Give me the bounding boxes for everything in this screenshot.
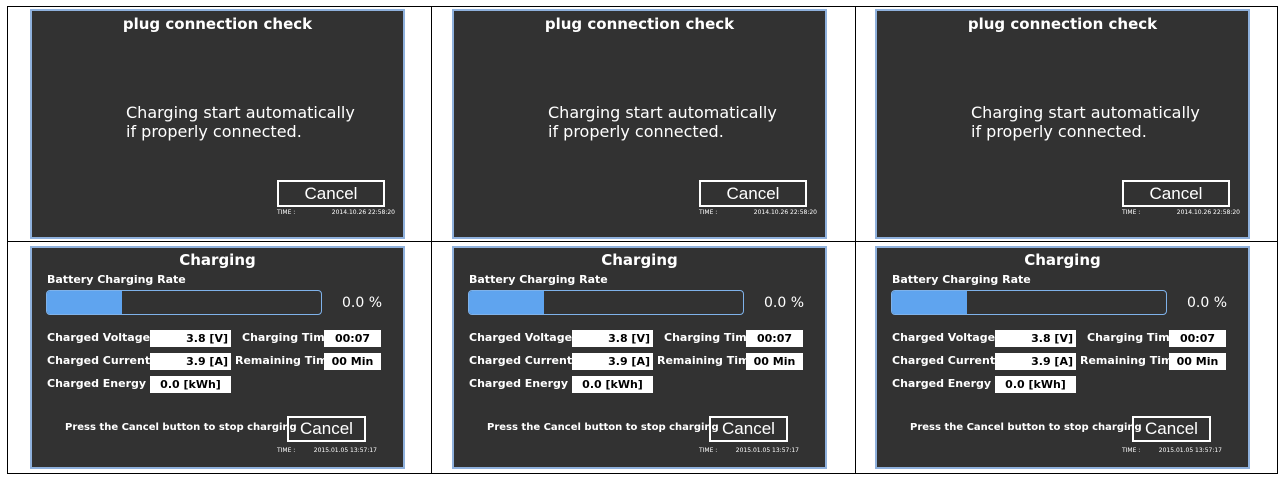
current-label: Charged Current bbox=[892, 354, 996, 367]
remaining-time-label: Remaining Time bbox=[235, 354, 335, 367]
status-message: Charging start automatically if properly… bbox=[126, 103, 355, 141]
timestamp: TIME : 2015.01.05 13:57:17 bbox=[277, 447, 377, 454]
charging-screen: Charging Battery Charging Rate 0.0 % Cha… bbox=[452, 246, 827, 469]
time-value: 2014.10.26 22:58:20 bbox=[753, 209, 817, 216]
screen-title: plug connection check bbox=[967, 15, 1158, 33]
cancel-button[interactable]: Cancel bbox=[699, 180, 807, 207]
time-value: 2015.01.05 13:57:17 bbox=[313, 447, 377, 454]
remaining-time-label: Remaining Time bbox=[657, 354, 757, 367]
screen-title: Charging bbox=[601, 251, 678, 269]
time-value: 2015.01.05 13:57:17 bbox=[735, 447, 799, 454]
column-divider bbox=[855, 6, 856, 474]
current-value: 3.9 [A] bbox=[995, 353, 1076, 370]
energy-value: 0.0 [kWh] bbox=[150, 376, 231, 393]
plug-check-screen: plug connection check Charging start aut… bbox=[30, 9, 405, 239]
progress-fill bbox=[47, 291, 122, 314]
energy-label: Charged Energy bbox=[469, 377, 569, 390]
charging-time-label: Charging Time bbox=[664, 331, 755, 344]
status-message: Charging start automatically if properly… bbox=[971, 103, 1200, 141]
rate-label: Battery Charging Rate bbox=[469, 273, 608, 286]
time-label: TIME : bbox=[1122, 209, 1141, 216]
time-label: TIME : bbox=[699, 209, 718, 216]
rate-label: Battery Charging Rate bbox=[47, 273, 186, 286]
plug-check-screen: plug connection check Charging start aut… bbox=[875, 9, 1250, 239]
timestamp: TIME : 2014.10.26 22:58:20 bbox=[1122, 209, 1240, 216]
charging-screen: Charging Battery Charging Rate 0.0 % Cha… bbox=[875, 246, 1250, 469]
time-label: TIME : bbox=[699, 447, 718, 454]
voltage-label: Charged Voltage bbox=[47, 331, 151, 344]
timestamp: TIME : 2015.01.05 13:57:17 bbox=[1122, 447, 1222, 454]
charging-progress-bar bbox=[468, 290, 744, 315]
current-label: Charged Current bbox=[47, 354, 151, 367]
progress-fill bbox=[892, 291, 967, 314]
voltage-label: Charged Voltage bbox=[892, 331, 996, 344]
column-divider bbox=[431, 6, 432, 474]
timestamp: TIME : 2014.10.26 22:58:20 bbox=[277, 209, 395, 216]
cancel-button[interactable]: Cancel bbox=[277, 180, 385, 207]
remaining-time-value: 00 Min bbox=[1169, 353, 1226, 370]
time-label: TIME : bbox=[1122, 447, 1141, 454]
row-divider bbox=[7, 241, 1278, 242]
timestamp: TIME : 2015.01.05 13:57:17 bbox=[699, 447, 799, 454]
time-value: 2014.10.26 22:58:20 bbox=[331, 209, 395, 216]
remaining-time-value: 00 Min bbox=[746, 353, 803, 370]
time-label: TIME : bbox=[277, 209, 296, 216]
cancel-button[interactable]: Cancel bbox=[709, 416, 788, 442]
charging-time-value: 00:07 bbox=[1169, 330, 1226, 347]
stop-instruction: Press the Cancel button to stop charging bbox=[910, 422, 1142, 433]
charging-progress-bar bbox=[891, 290, 1167, 315]
time-value: 2014.10.26 22:58:20 bbox=[1176, 209, 1240, 216]
energy-label: Charged Energy bbox=[892, 377, 992, 390]
status-message: Charging start automatically if properly… bbox=[548, 103, 777, 141]
current-label: Charged Current bbox=[469, 354, 573, 367]
screen-title: plug connection check bbox=[544, 15, 735, 33]
plug-check-screen: plug connection check Charging start aut… bbox=[452, 9, 827, 239]
cancel-button[interactable]: Cancel bbox=[1122, 180, 1230, 207]
voltage-value: 3.8 [V] bbox=[995, 330, 1076, 347]
remaining-time-value: 00 Min bbox=[324, 353, 381, 370]
charging-screen: Charging Battery Charging Rate 0.0 % Cha… bbox=[30, 246, 405, 469]
screen-title: Charging bbox=[179, 251, 256, 269]
progress-fill bbox=[469, 291, 544, 314]
energy-value: 0.0 [kWh] bbox=[995, 376, 1076, 393]
screen-title: Charging bbox=[1024, 251, 1101, 269]
charging-time-label: Charging Time bbox=[1087, 331, 1178, 344]
current-value: 3.9 [A] bbox=[150, 353, 231, 370]
energy-value: 0.0 [kWh] bbox=[572, 376, 653, 393]
stop-instruction: Press the Cancel button to stop charging bbox=[487, 422, 719, 433]
cancel-button[interactable]: Cancel bbox=[287, 416, 366, 442]
rate-label: Battery Charging Rate bbox=[892, 273, 1031, 286]
rate-percent: 0.0 % bbox=[764, 295, 805, 311]
voltage-value: 3.8 [V] bbox=[150, 330, 231, 347]
screen-title: plug connection check bbox=[122, 15, 313, 33]
rate-percent: 0.0 % bbox=[1187, 295, 1228, 311]
charging-progress-bar bbox=[46, 290, 322, 315]
charging-time-value: 00:07 bbox=[746, 330, 803, 347]
rate-percent: 0.0 % bbox=[342, 295, 383, 311]
time-label: TIME : bbox=[277, 447, 296, 454]
charging-time-value: 00:07 bbox=[324, 330, 381, 347]
voltage-value: 3.8 [V] bbox=[572, 330, 653, 347]
timestamp: TIME : 2014.10.26 22:58:20 bbox=[699, 209, 817, 216]
charging-time-label: Charging Time bbox=[242, 331, 333, 344]
time-value: 2015.01.05 13:57:17 bbox=[1158, 447, 1222, 454]
energy-label: Charged Energy bbox=[47, 377, 147, 390]
cancel-button[interactable]: Cancel bbox=[1132, 416, 1211, 442]
voltage-label: Charged Voltage bbox=[469, 331, 573, 344]
stop-instruction: Press the Cancel button to stop charging bbox=[65, 422, 297, 433]
current-value: 3.9 [A] bbox=[572, 353, 653, 370]
remaining-time-label: Remaining Time bbox=[1080, 354, 1180, 367]
